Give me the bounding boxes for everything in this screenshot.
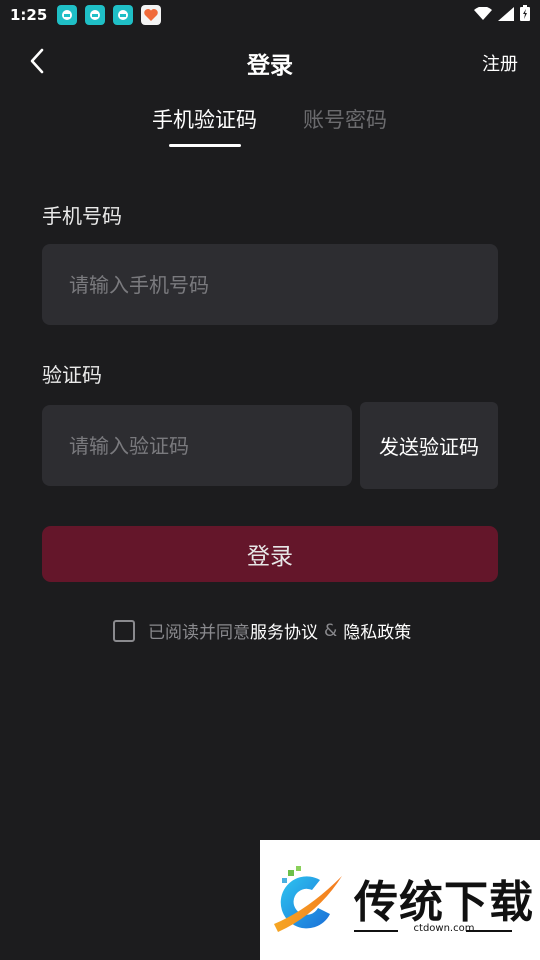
- agreement-prefix: 已阅读并同意: [148, 623, 250, 643]
- status-right: [474, 5, 530, 25]
- terms-link[interactable]: 服务协议: [250, 618, 318, 643]
- send-code-button[interactable]: 发送验证码: [360, 402, 498, 489]
- tab-phone-code[interactable]: 手机验证码: [152, 104, 257, 134]
- wifi-icon: [474, 5, 492, 25]
- app-teal-icon: [113, 5, 134, 25]
- battery-charging-icon: [520, 5, 530, 25]
- phone-input-box: [42, 244, 498, 325]
- code-input-box: [42, 405, 352, 486]
- code-input[interactable]: [69, 433, 352, 458]
- watermark-title: 传统下载: [354, 877, 534, 928]
- phone-input[interactable]: [69, 272, 498, 297]
- register-link[interactable]: 注册: [482, 50, 518, 76]
- login-tabs: 手机验证码 账号密码: [0, 104, 540, 154]
- page-title: 登录: [247, 53, 293, 79]
- signal-icon: [498, 6, 514, 25]
- agreement-checkbox[interactable]: [113, 619, 135, 642]
- login-button[interactable]: 登录: [42, 526, 498, 582]
- watermark-url: ctdown.com: [413, 923, 475, 934]
- app-teal-icon: [57, 5, 78, 25]
- tab-account-password[interactable]: 账号密码: [303, 104, 387, 134]
- phone-label: 手机号码: [42, 204, 122, 228]
- status-bar: 1:25: [0, 0, 540, 30]
- agreement-separator: &: [324, 620, 338, 641]
- tab-active-indicator: [169, 144, 241, 147]
- app-teal-icon: [85, 5, 106, 25]
- header: 登录 注册: [0, 36, 540, 88]
- status-time: 1:25: [10, 6, 48, 24]
- watermark: 传统下载 ctdown.com: [260, 840, 540, 960]
- code-label: 验证码: [42, 363, 102, 387]
- app-heart-icon: [141, 5, 162, 25]
- agreement: 已阅读并同意 服务协议 & 隐私政策: [113, 618, 411, 643]
- privacy-link[interactable]: 隐私政策: [343, 618, 411, 643]
